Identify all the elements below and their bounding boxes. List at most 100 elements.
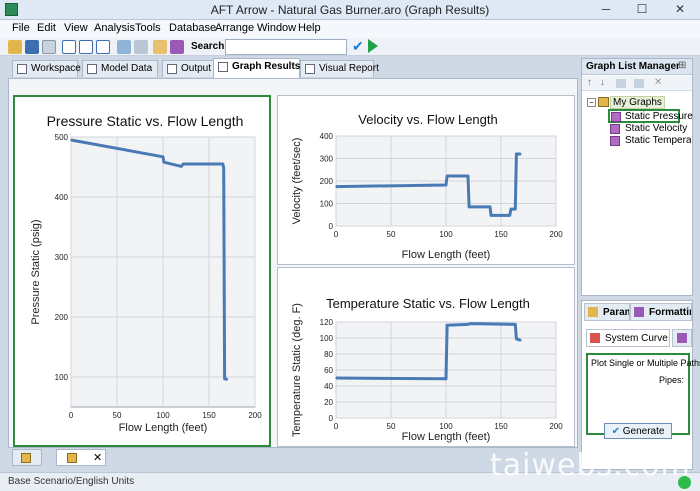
- close-tab-icon[interactable]: ✕: [93, 451, 102, 464]
- data-point: [162, 156, 164, 158]
- data-point: [446, 175, 448, 177]
- temperature-chart: Temperature Static vs. Flow Length 0 50 100…: [291, 296, 563, 443]
- pressure-chart: Pressure Static vs. Flow Length 0 50 100 150…: [30, 113, 262, 434]
- pressure-graph-panel[interactable]: Pressure Static vs. Flow Length 0 50 100 150…: [13, 95, 271, 447]
- tab-graph-results[interactable]: Graph Results: [213, 58, 300, 78]
- y-tick-label: 200: [320, 177, 334, 186]
- menu-help[interactable]: Help: [298, 22, 321, 34]
- generate-button[interactable]: ✔ Generate: [604, 423, 672, 439]
- y-tick-label: 100: [320, 334, 334, 343]
- up-arrow-icon[interactable]: ↑: [587, 77, 592, 88]
- workspace-icon: [17, 64, 27, 74]
- maximize-button[interactable]: ☐: [624, 0, 660, 19]
- delete-icon[interactable]: ✕: [654, 77, 662, 88]
- menu-analysis[interactable]: Analysis: [94, 22, 135, 34]
- x-tick-label: 200: [248, 411, 262, 420]
- chart-title: Temperature Static vs. Flow Length: [326, 296, 530, 311]
- graph-tab[interactable]: ✕: [56, 449, 106, 466]
- menu-view[interactable]: View: [64, 22, 88, 34]
- menu-database[interactable]: Database: [169, 22, 216, 34]
- velocity-graph-panel[interactable]: Velocity vs. Flow Length 0 50 100 150 200 0 100…: [277, 95, 575, 265]
- minimize-button[interactable]: ─: [588, 0, 624, 19]
- menu-window[interactable]: Window: [257, 22, 296, 34]
- menu-arrange[interactable]: Arrange: [215, 22, 254, 34]
- tab-model-data[interactable]: Model Data: [82, 60, 158, 77]
- menu-file[interactable]: File: [12, 22, 30, 34]
- tab-formatting[interactable]: Formatting >: [630, 303, 692, 321]
- data-point: [510, 208, 512, 210]
- y-tick-label: 300: [320, 155, 334, 164]
- data-point: [514, 208, 517, 210]
- layout-icon[interactable]: [96, 40, 110, 54]
- tab-visual-report[interactable]: Visual Report: [300, 60, 379, 77]
- tree-item-static-pressure[interactable]: Static Pressure: [608, 109, 693, 123]
- graph-add-icon[interactable]: [634, 79, 644, 88]
- chart-title: Velocity vs. Flow Length: [358, 112, 497, 127]
- close-button[interactable]: ✕: [660, 0, 700, 19]
- x-tick-label: 100: [439, 230, 453, 239]
- tab-system-curve[interactable]: System Curve: [586, 329, 670, 347]
- y-tick-label: 200: [55, 313, 69, 322]
- y-tick-label: 40: [324, 382, 333, 391]
- menu-edit[interactable]: Edit: [37, 22, 56, 34]
- search-input[interactable]: [225, 39, 347, 55]
- graph-icon: [218, 62, 228, 72]
- y-tick-label: 0: [329, 222, 334, 231]
- x-tick-label: 150: [494, 422, 508, 431]
- pipe-icon[interactable]: [134, 40, 148, 54]
- graph-item-icon: [611, 112, 621, 122]
- tab-label: Formatting >: [649, 307, 691, 318]
- tab-workspace[interactable]: Workspace: [12, 60, 81, 77]
- report-icon[interactable]: [153, 40, 167, 54]
- y-tick-label: 500: [55, 133, 69, 142]
- tab-param[interactable]: Param: [584, 303, 630, 321]
- y-tick-label: 120: [320, 318, 334, 327]
- flask-icon[interactable]: [170, 40, 184, 54]
- tab-graph[interactable]: [672, 329, 692, 347]
- data-point: [509, 214, 511, 217]
- save-icon[interactable]: [25, 40, 39, 54]
- glm-title: Graph List Manager: [586, 61, 680, 72]
- tile-icon[interactable]: [79, 40, 93, 54]
- network-icon[interactable]: [117, 40, 131, 54]
- collapse-icon[interactable]: −: [587, 98, 596, 107]
- x-tick-label: 200: [549, 230, 563, 239]
- workspace-tab[interactable]: [12, 449, 42, 466]
- window-icon[interactable]: [62, 40, 76, 54]
- graph-item-icon: [610, 124, 620, 134]
- tree-item-label: Static Pressure: [625, 111, 693, 122]
- data-point: [70, 139, 72, 141]
- temperature-graph-panel[interactable]: Temperature Static vs. Flow Length 0 50 100…: [277, 267, 575, 447]
- check-icon[interactable]: ✔: [352, 38, 364, 55]
- tree-root-my-graphs[interactable]: My Graphs: [610, 96, 665, 109]
- data-point: [335, 377, 337, 379]
- x-tick-label: 0: [334, 230, 339, 239]
- folder-add-icon[interactable]: [616, 79, 626, 88]
- toolbar: Search: ✔: [0, 38, 700, 56]
- visual-report-icon: [305, 64, 315, 74]
- data-point: [520, 153, 522, 155]
- system-curve-icon: [590, 333, 600, 343]
- down-arrow-icon[interactable]: ↓: [600, 77, 605, 88]
- y-tick-label: 400: [55, 193, 69, 202]
- y-tick-label: 20: [324, 398, 333, 407]
- x-tick-label: 100: [439, 422, 453, 431]
- y-axis-label: Velocity (feet/sec): [291, 138, 303, 225]
- data-point: [445, 184, 447, 186]
- y-tick-label: 60: [324, 366, 333, 375]
- y-tick-label: 300: [55, 253, 69, 262]
- data-point: [520, 339, 522, 342]
- tab-output[interactable]: Output: [162, 60, 217, 77]
- menu-tools[interactable]: Tools: [135, 22, 161, 34]
- tree-item-static-temperature[interactable]: Static Temperature: [610, 135, 692, 148]
- check-icon: ✔: [611, 425, 620, 437]
- x-axis-label: Flow Length (feet): [402, 431, 491, 443]
- graph-control-panel: Param Formatting > System Curve Plot Sin…: [581, 300, 700, 470]
- run-icon[interactable]: [368, 39, 378, 53]
- open-icon[interactable]: [8, 40, 22, 54]
- print-icon[interactable]: [42, 40, 56, 54]
- y-tick-label: 100: [55, 373, 69, 382]
- pin-icon[interactable]: ⊞: [678, 60, 686, 71]
- param-icon: [588, 307, 598, 317]
- data-point: [467, 175, 469, 177]
